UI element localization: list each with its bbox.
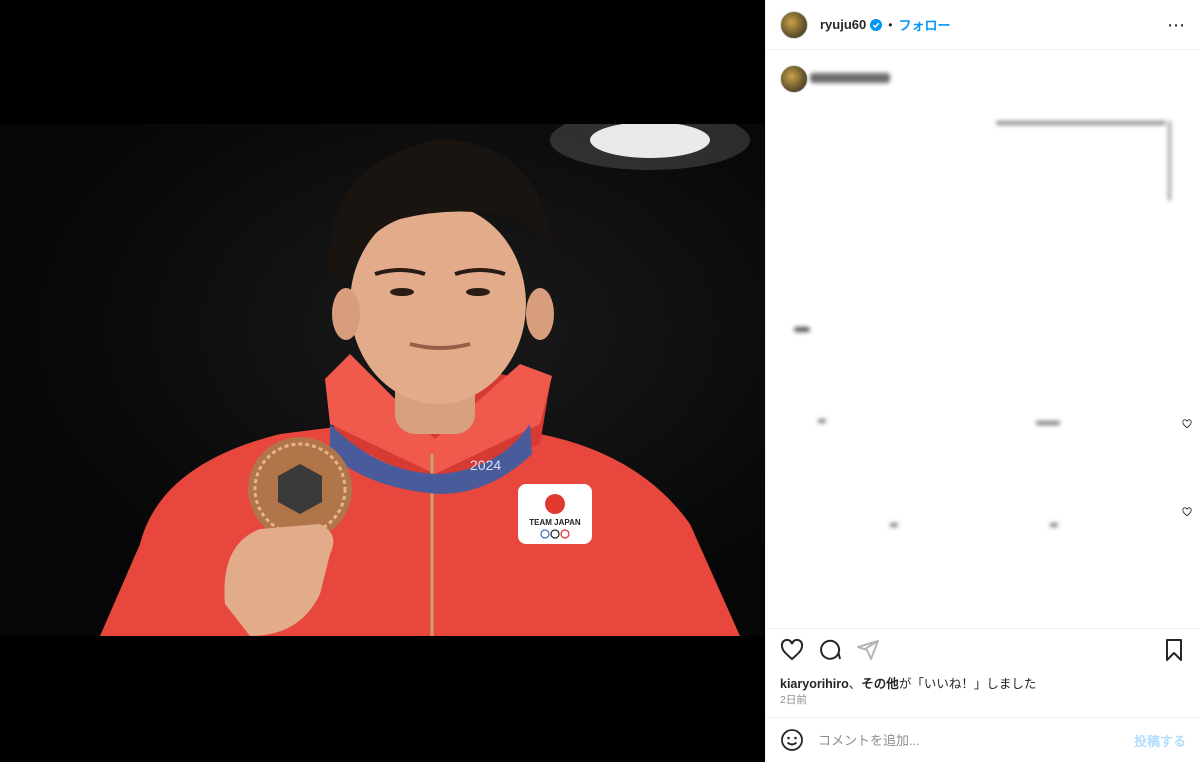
caption-avatar[interactable] (780, 65, 808, 93)
liked-by-user[interactable]: kiaryorihiro (780, 677, 849, 691)
avatar[interactable] (780, 10, 808, 39)
team-japan-emblem: TEAM JAPAN (518, 484, 592, 544)
comment-icon[interactable] (818, 638, 842, 662)
share-icon[interactable] (856, 638, 880, 662)
more-options-icon[interactable]: ⋯ (1167, 16, 1186, 34)
bookmark-icon[interactable] (1162, 638, 1186, 662)
liked-by-text: kiaryorihiro、その他が「いいね！」しました (780, 677, 1037, 691)
follow-button[interactable]: フォロー (898, 15, 950, 34)
comment-like-icon[interactable] (1182, 419, 1192, 429)
username[interactable]: ryuju60 (820, 17, 866, 32)
athlete-photo: 2024 TEAM JAPAN (100, 124, 750, 636)
liked-by-others-link[interactable]: その他 (861, 677, 899, 691)
add-comment-bar: 投稿する (766, 717, 1200, 762)
media-viewer: 2024 TEAM JAPAN (0, 0, 765, 762)
post-timestamp[interactable]: 2日前 (780, 692, 807, 707)
bronze-medal (248, 437, 352, 541)
post-header: ryuju60 • フォロー ⋯ (766, 0, 1200, 50)
comment-like-icon[interactable] (1182, 507, 1192, 517)
ribbon-text: 2024 (470, 457, 501, 473)
comment-input[interactable] (816, 731, 1134, 749)
blurred-caption (810, 73, 890, 83)
emoji-icon[interactable] (780, 728, 804, 752)
heart-icon[interactable] (780, 638, 804, 662)
post-comment-button[interactable]: 投稿する (1134, 731, 1186, 750)
post-photo[interactable]: 2024 TEAM JAPAN (0, 124, 765, 636)
svg-text:TEAM JAPAN: TEAM JAPAN (529, 518, 581, 527)
comments-area (766, 51, 1200, 629)
separator-dot: • (888, 17, 893, 32)
verified-badge-icon (870, 18, 883, 31)
face (350, 204, 526, 404)
action-bar (766, 630, 1200, 670)
post-side-panel: ryuju60 • フォロー ⋯ kiaryorihiro、その他が「いいね！」… (765, 0, 1200, 762)
